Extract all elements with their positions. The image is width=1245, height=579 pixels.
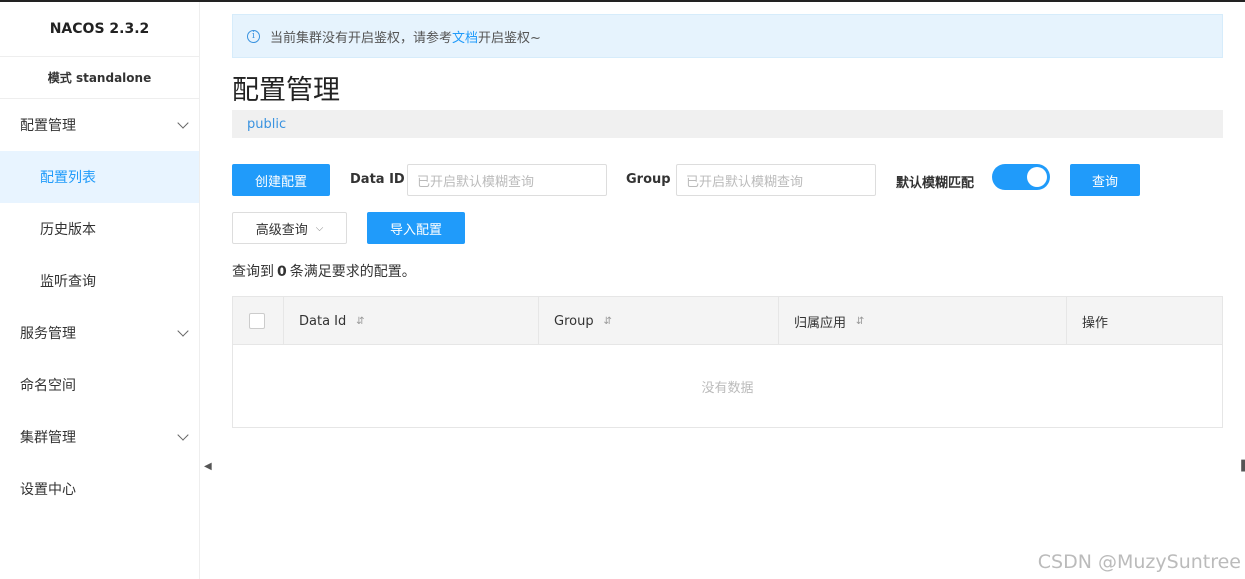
sidebar-item-label: 配置管理 — [20, 118, 76, 134]
brand-title: NACOS 2.3.2 — [0, 2, 199, 57]
column-header-app[interactable]: 归属应用 ⇵ — [779, 297, 1067, 345]
fuzzy-match-toggle[interactable] — [992, 164, 1050, 190]
chevron-down-icon — [177, 325, 189, 337]
column-header-group[interactable]: Group ⇵ — [539, 297, 779, 345]
sidebar-item-service-management[interactable]: 服务管理 — [0, 307, 199, 359]
import-config-button[interactable]: 导入配置 — [367, 212, 465, 244]
sidebar-item-label: 配置列表 — [40, 170, 96, 186]
dataid-label: Data ID — [350, 172, 405, 187]
notice-text-after: 开启鉴权~ — [478, 30, 541, 46]
group-input[interactable]: 已开启默认模糊查询 — [676, 164, 876, 196]
toggle-knob — [1027, 167, 1047, 187]
query-button[interactable]: 查询 — [1070, 164, 1140, 196]
column-label: Group — [554, 313, 594, 329]
select-all-cell — [233, 297, 284, 345]
sort-icon[interactable]: ⇵ — [856, 316, 864, 327]
column-label: 操作 — [1082, 315, 1109, 331]
dataid-input[interactable]: 已开启默认模糊查询 — [407, 164, 607, 196]
watermark: CSDN @MuzySuntree — [1037, 551, 1241, 573]
empty-state: 没有数据 — [701, 380, 754, 396]
column-header-dataid[interactable]: Data Id ⇵ — [284, 297, 539, 345]
config-table: Data Id ⇵ Group ⇵ 归属应用 ⇵ 操作 没有数据 — [232, 296, 1223, 428]
docs-link[interactable]: 文档 — [452, 27, 478, 46]
result-prefix: 查询到 — [232, 264, 274, 280]
chevron-down-icon — [177, 117, 189, 129]
column-header-actions: 操作 — [1067, 297, 1222, 345]
column-label: Data Id — [299, 313, 347, 329]
sort-icon[interactable]: ⇵ — [356, 316, 364, 327]
advanced-query-label: 高级查询 — [255, 222, 308, 238]
sort-icon[interactable]: ⇵ — [604, 316, 612, 327]
column-label: 归属应用 — [794, 315, 847, 331]
table-header: Data Id ⇵ Group ⇵ 归属应用 ⇵ 操作 — [233, 297, 1222, 345]
sidebar-item-config-list[interactable]: 配置列表 — [0, 151, 199, 203]
chevron-down-icon: ⌵ — [315, 222, 324, 234]
page-title: 配置管理 — [232, 75, 340, 106]
sidebar-item-label: 服务管理 — [20, 326, 76, 342]
advanced-query-button[interactable]: 高级查询 ⌵ — [232, 212, 347, 244]
result-count: 0 — [277, 264, 287, 280]
result-suffix: 条满足要求的配置。 — [289, 264, 416, 280]
sidebar-item-label: 命名空间 — [20, 378, 76, 394]
sidebar-item-label: 设置中心 — [20, 482, 76, 498]
sidebar-item-history[interactable]: 历史版本 — [0, 203, 199, 255]
namespace-tab-public[interactable]: public — [247, 117, 286, 132]
scroll-left-arrow-icon[interactable]: ◀ — [204, 461, 212, 472]
notice-text-before: 当前集群没有开启鉴权，请参考 — [270, 30, 453, 46]
result-summary: 查询到 0 条满足要求的配置。 — [232, 261, 416, 281]
mode-label: 模式 standalone — [0, 57, 199, 99]
sidebar-item-config-management[interactable]: 配置管理 — [0, 99, 199, 151]
fuzzy-match-label: 默认模糊匹配 — [896, 176, 975, 191]
sidebar-item-cluster-management[interactable]: 集群管理 — [0, 411, 199, 463]
sidebar-item-settings[interactable]: 设置中心 — [0, 463, 199, 515]
sidebar-item-label: 集群管理 — [20, 430, 76, 446]
sidebar-item-label: 监听查询 — [40, 274, 96, 290]
scroll-right-arrow-icon[interactable]: ▐ — [1237, 461, 1245, 472]
sidebar: NACOS 2.3.2 模式 standalone 配置管理 配置列表 历史版本… — [0, 2, 200, 579]
sidebar-item-listener-query[interactable]: 监听查询 — [0, 255, 199, 307]
namespace-bar: public — [232, 110, 1223, 138]
chevron-down-icon — [177, 429, 189, 441]
info-icon: i — [247, 29, 260, 43]
select-all-checkbox[interactable] — [249, 313, 265, 329]
sidebar-item-label: 历史版本 — [40, 222, 96, 238]
horizontal-scrollbar[interactable]: ◀ ▐ — [201, 460, 1245, 474]
create-config-button[interactable]: 创建配置 — [232, 164, 330, 196]
main-content: i 当前集群没有开启鉴权，请参考 文档 开启鉴权~ 配置管理 public 创建… — [201, 2, 1245, 579]
group-label: Group — [626, 172, 671, 187]
sidebar-item-namespace[interactable]: 命名空间 — [0, 359, 199, 411]
auth-notice: i 当前集群没有开启鉴权，请参考 文档 开启鉴权~ — [232, 14, 1223, 58]
